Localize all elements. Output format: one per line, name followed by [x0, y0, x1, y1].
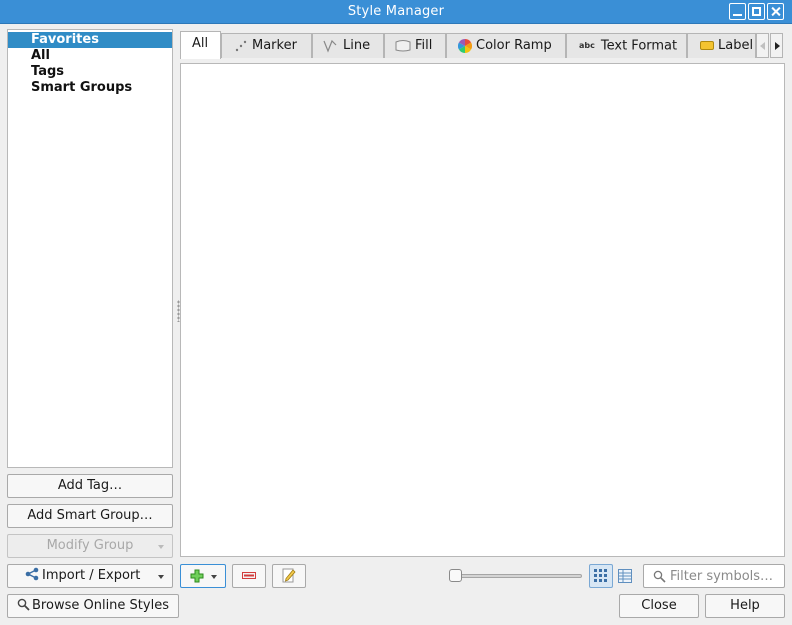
window-title: Style Manager [347, 4, 445, 19]
color-ramp-icon [458, 38, 472, 53]
add-smart-group-button[interactable]: Add Smart Group… [7, 504, 173, 528]
chevron-down-icon [211, 575, 217, 579]
style-manager-window: Style Manager Favorites All Tags Smart G… [0, 0, 792, 625]
filter-symbols-field[interactable] [643, 564, 785, 588]
tab-label: Text Format [600, 38, 678, 54]
label-icon [700, 41, 714, 50]
chevron-down-icon [158, 575, 164, 579]
tab-color-ramp[interactable]: Color Ramp [446, 33, 566, 58]
tab-fill[interactable]: Fill [384, 33, 446, 58]
plus-icon [190, 569, 204, 583]
edit-item-button[interactable] [272, 564, 306, 588]
maximize-button[interactable] [748, 3, 765, 20]
minimize-button[interactable] [729, 3, 746, 20]
tab-label: Marker [252, 38, 297, 53]
tree-item-tags[interactable]: Tags [8, 64, 172, 80]
search-icon [653, 570, 666, 583]
filter-symbols-input[interactable] [670, 567, 782, 585]
tab-marker[interactable]: Marker [221, 33, 312, 58]
chevron-down-icon [158, 545, 164, 549]
close-window-button[interactable] [767, 3, 784, 20]
share-icon [25, 567, 39, 581]
tab-scroll-left-button[interactable] [756, 33, 769, 58]
tab-label: Fill [415, 38, 433, 53]
browse-online-styles-button[interactable]: Browse Online Styles [7, 594, 179, 618]
modify-group-button[interactable]: Modify Group [7, 534, 173, 558]
text-format-icon: abc [579, 41, 595, 50]
tree-item-all[interactable]: All [8, 48, 172, 64]
close-button[interactable]: Close [619, 594, 699, 618]
add-item-button[interactable] [180, 564, 226, 588]
tab-label[interactable]: Label [687, 33, 756, 58]
list-view-button[interactable] [613, 564, 637, 588]
thumbnail-size-slider-handle[interactable] [449, 569, 462, 582]
table-icon [618, 569, 632, 583]
symbol-type-tabs: All Marker Line Fill Color Ramp abc Text… [180, 31, 785, 59]
modify-group-label: Modify Group [46, 538, 134, 553]
tab-text-format[interactable]: abc Text Format [566, 33, 687, 58]
fill-icon [395, 39, 411, 51]
edit-icon [282, 568, 296, 583]
line-icon [323, 39, 337, 53]
icon-view-button[interactable] [589, 564, 613, 588]
thumbnail-size-slider-track[interactable] [455, 574, 582, 578]
marker-icon [235, 40, 247, 51]
tab-label: Label [718, 38, 754, 53]
title-bar: Style Manager [0, 0, 792, 24]
search-icon [17, 598, 30, 611]
tab-label: Color Ramp [476, 38, 552, 53]
import-export-label: Import / Export [42, 568, 141, 583]
grid-icon [594, 569, 607, 582]
add-tag-button[interactable]: Add Tag… [7, 474, 173, 498]
tab-label: Line [343, 38, 371, 53]
import-export-button[interactable]: Import / Export [7, 564, 173, 588]
help-button[interactable]: Help [705, 594, 785, 618]
tab-scroll-right-button[interactable] [770, 33, 783, 58]
tab-all[interactable]: All [180, 31, 221, 59]
remove-item-button[interactable] [232, 564, 266, 588]
tree-item-favorites[interactable]: Favorites [8, 32, 172, 48]
tree-item-smart-groups[interactable]: Smart Groups [8, 80, 172, 96]
tab-label: All [192, 36, 209, 51]
browse-online-styles-label: Browse Online Styles [32, 598, 169, 613]
group-tree[interactable]: Favorites All Tags Smart Groups [7, 29, 173, 468]
minus-icon [242, 572, 256, 579]
tab-line[interactable]: Line [312, 33, 384, 58]
symbol-list-view[interactable] [180, 63, 785, 557]
